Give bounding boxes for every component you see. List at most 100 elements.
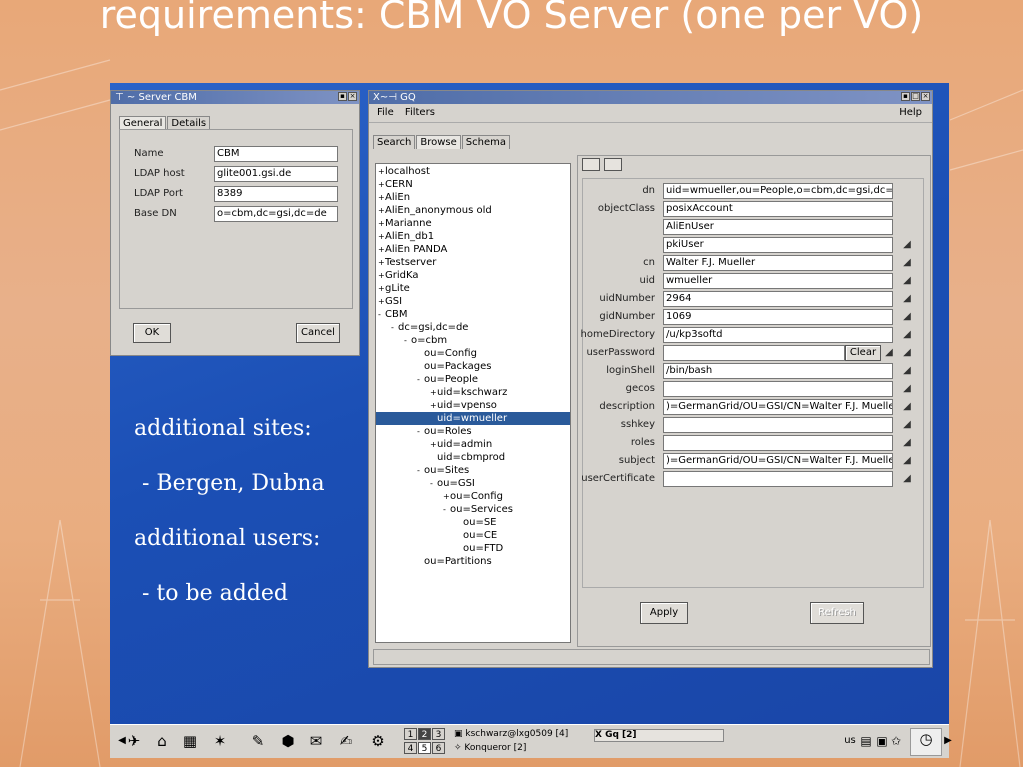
tree-node[interactable]: +GSI [378,295,402,308]
clear-button[interactable]: Clear [845,345,881,361]
desktop-5-button[interactable]: 5 [418,742,431,754]
tree-node[interactable]: +AliEn PANDA [378,243,447,256]
maximize-icon[interactable]: □ [911,92,920,101]
tree-node[interactable]: ou=Config [417,347,477,360]
tree-node[interactable]: +uid=kschwarz [430,386,507,399]
edit-pen-icon[interactable]: ◢ [901,401,913,413]
attr-value-field[interactable]: AliEnUser [663,219,893,235]
apply-button[interactable]: Apply [640,602,688,624]
ldap-host-field[interactable]: glite001.gsi.de [214,166,338,182]
browser-icon[interactable]: ⬢ [278,731,298,751]
tree-node[interactable]: - dc=gsi,dc=de [391,321,468,334]
mail-icon[interactable]: ✉ [306,731,326,751]
attr-value-field[interactable]: 1069 [663,309,893,325]
tree-node[interactable]: +AliEn [378,191,410,204]
x-logo-icon[interactable]: X~⊣ [373,92,397,103]
tree-node[interactable]: +localhost [378,165,430,178]
tree-node[interactable]: ou=FTD [456,542,503,555]
tree-node[interactable]: ou=Packages [417,360,492,373]
task-konqueror[interactable]: ✧ Konqueror [2] [454,743,590,754]
help-icon[interactable]: ✶ [210,731,230,751]
office-icon[interactable]: ✍ [336,731,356,751]
tree-node[interactable]: - ou=GSI [430,477,475,490]
password-field[interactable] [663,345,845,361]
close-icon[interactable]: × [921,92,930,101]
star-icon[interactable]: ✩ [886,731,906,751]
tree-node[interactable]: - ou=Services [443,503,513,516]
attr-value-field[interactable] [663,471,893,487]
edit-pen-icon[interactable]: ◢ [901,293,913,305]
edit-pen-icon[interactable]: ◢ [901,419,913,431]
settings-gear-icon[interactable]: ⚙ [368,731,388,751]
attr-value-field[interactable] [663,417,893,433]
attr-value-field[interactable]: pkiUser [663,237,893,253]
tree-node[interactable]: +AliEn_anonymous old [378,204,492,217]
tree-node[interactable]: +ou=Config [443,490,503,503]
tab-browse[interactable]: Browse [416,135,461,149]
tree-node[interactable]: +uid=admin [430,438,492,451]
tree-node[interactable]: +AliEn_db1 [378,230,434,243]
attr-value-field[interactable]: /bin/bash [663,363,893,379]
minimize-icon[interactable]: ▪ [338,92,347,101]
view-detail-icon[interactable] [604,158,622,171]
attr-value-field[interactable]: uid=wmueller,ou=People,o=cbm,dc=gsi,dc=d… [663,183,893,199]
tree-node[interactable]: - ou=People [417,373,478,386]
tree-node[interactable]: ou=SE [456,516,497,529]
edit-pen-icon[interactable]: ◢ [901,383,913,395]
panel-right-arrow-icon[interactable]: ▶ [938,731,958,751]
desktop-1-button[interactable]: 1 [404,728,417,740]
attr-value-field[interactable]: 2964 [663,291,893,307]
attr-value-field[interactable]: wmueller [663,273,893,289]
tree-node[interactable]: uid=cbmprod [430,451,505,464]
desktop-6-button[interactable]: 6 [432,742,445,754]
menu-filters[interactable]: Filters [405,107,435,118]
tab-general[interactable]: General [119,116,167,130]
home-folder-icon[interactable]: ⌂ [152,731,172,751]
attr-value-field[interactable] [663,381,893,397]
ldap-tree[interactable]: +localhost +CERN +AliEn +AliEn_anonymous… [375,163,571,643]
edit-pen-icon[interactable]: ◢ [901,329,913,341]
tree-node[interactable]: ou=Partitions [417,555,492,568]
edit-pen-icon[interactable]: ◢ [901,275,913,287]
tree-node[interactable]: +gLite [378,282,410,295]
tree-node[interactable]: +Testserver [378,256,436,269]
edit-pen-icon[interactable]: ◢ [901,455,913,467]
edit-pen-icon[interactable]: ◢ [901,347,913,359]
edit-pen-icon[interactable]: ◢ [901,257,913,269]
tree-node[interactable]: +uid=vpenso [430,399,497,412]
tree-node[interactable]: - ou=Roles [417,425,472,438]
attr-value-field[interactable]: )=GermanGrid/OU=GSI/CN=Walter F.J. Muell… [663,399,893,415]
minimize-icon[interactable]: ▪ [901,92,910,101]
attr-value-field[interactable]: /u/kp3softd [663,327,893,343]
tree-node[interactable]: +CERN [378,178,413,191]
server-dialog-titlebar[interactable]: ⊤ ~ Server CBM ▪ × [111,91,359,104]
kde-menu-icon[interactable]: ✈ [124,731,144,751]
edit-pen-icon[interactable]: ◢ [901,311,913,323]
ok-button[interactable]: OK [133,323,171,343]
base-dn-field[interactable]: o=cbm,dc=gsi,dc=de [214,206,338,222]
edit-pen-icon[interactable]: ◢ [901,239,913,251]
cancel-button[interactable]: Cancel [296,323,340,343]
ldap-port-field[interactable]: 8389 [214,186,338,202]
attr-value-field[interactable]: )=GermanGrid/OU=GSI/CN=Walter F.J. Muell… [663,453,893,469]
menu-file[interactable]: File [377,107,394,118]
tree-node[interactable]: - CBM [378,308,407,321]
tab-schema[interactable]: Schema [461,135,510,149]
edit-pen-icon[interactable]: ◢ [901,473,913,485]
tree-node[interactable]: +Marianne [378,217,432,230]
gq-titlebar[interactable]: X~⊣ GQ ▪ □ × [369,91,932,104]
tree-node-selected[interactable]: uid=wmueller [376,412,570,425]
desktop-3-button[interactable]: 3 [432,728,445,740]
name-field[interactable]: CBM [214,146,338,162]
attr-value-field[interactable] [663,435,893,451]
attr-value-field[interactable]: posixAccount [663,201,893,217]
desktop-2-button[interactable]: 2 [418,728,431,740]
view-compact-icon[interactable] [582,158,600,171]
tree-node[interactable]: - ou=Sites [417,464,469,477]
close-icon[interactable]: × [348,92,357,101]
task-gq[interactable]: X Gq [2] [594,729,724,742]
menu-help[interactable]: Help [899,104,922,122]
attr-value-field[interactable]: Walter F.J. Mueller [663,255,893,271]
tab-details[interactable]: Details [167,116,211,130]
hash-menu-icon[interactable]: ◢ [883,347,895,359]
